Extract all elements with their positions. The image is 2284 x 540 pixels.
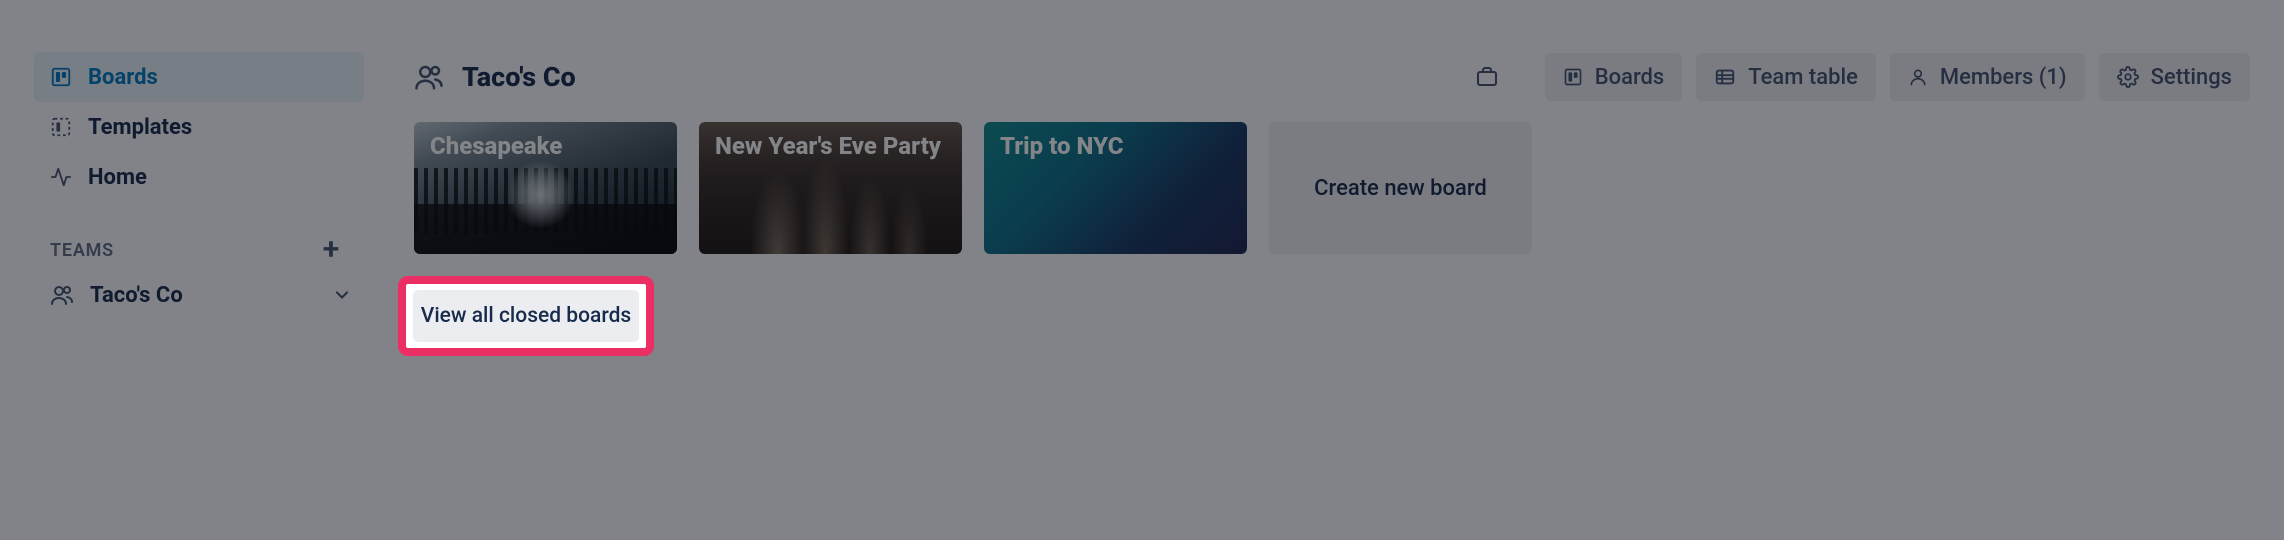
team-tab-row: Boards Team table xyxy=(1475,53,2250,101)
sidebar-item-home[interactable]: Home xyxy=(34,152,364,202)
sidebar-item-label: Templates xyxy=(88,115,192,140)
board-tile[interactable]: Trip to NYC xyxy=(984,122,1247,254)
sidebar-item-templates[interactable]: Templates xyxy=(34,102,364,152)
tab-members[interactable]: Members (1) xyxy=(1890,53,2085,101)
add-team-button[interactable]: + xyxy=(315,231,348,269)
board-tile[interactable]: New Year's Eve Party xyxy=(699,122,962,254)
activity-icon xyxy=(50,166,72,188)
team-title-label: Taco's Co xyxy=(462,61,576,93)
team-item-label: Taco's Co xyxy=(90,283,183,308)
teams-heading-label: TEAMS xyxy=(50,240,114,261)
view-closed-boards-label: View all closed boards xyxy=(421,304,631,328)
board-tile[interactable]: Chesapeake xyxy=(414,122,677,254)
sidebar-team-item[interactable]: Taco's Co xyxy=(34,270,364,320)
create-new-board-label: Create new board xyxy=(1314,176,1487,201)
board-tile-title: Chesapeake xyxy=(430,132,562,160)
person-icon xyxy=(1908,67,1928,87)
tab-boards[interactable]: Boards xyxy=(1545,53,1683,101)
trello-board-icon xyxy=(50,66,72,88)
chevron-down-icon xyxy=(332,285,352,305)
tab-team-table[interactable]: Team table xyxy=(1696,53,1876,101)
briefcase-icon[interactable] xyxy=(1475,65,1499,89)
tab-settings[interactable]: Settings xyxy=(2099,53,2250,101)
sidebar-item-boards[interactable]: Boards xyxy=(34,52,364,102)
sidebar-item-label: Boards xyxy=(88,65,158,90)
people-icon xyxy=(414,62,444,92)
create-new-board-tile[interactable]: Create new board xyxy=(1269,122,1532,254)
teams-section-header: TEAMS + xyxy=(34,230,364,270)
trello-board-icon xyxy=(1563,67,1583,87)
sidebar: Boards Templates Home TEAMS + xyxy=(34,52,364,320)
team-title: Taco's Co xyxy=(414,61,576,93)
tab-label: Boards xyxy=(1595,65,1665,90)
tab-label: Settings xyxy=(2151,65,2232,90)
view-closed-boards-button[interactable]: View all closed boards xyxy=(413,290,639,342)
sidebar-item-label: Home xyxy=(88,165,147,190)
people-icon xyxy=(50,283,74,307)
team-header: Taco's Co xyxy=(414,52,2250,102)
table-icon xyxy=(1714,66,1736,88)
tab-label: Members (1) xyxy=(1940,65,2067,90)
board-tile-title: Trip to NYC xyxy=(1000,132,1123,160)
closed-boards-highlight: View all closed boards xyxy=(398,276,654,356)
gear-icon xyxy=(2117,66,2139,88)
template-icon xyxy=(50,116,72,138)
board-tile-title: New Year's Eve Party xyxy=(715,132,941,160)
boards-row: Chesapeake New Year's Eve Party Trip to … xyxy=(414,122,2250,254)
main-content: Taco's Co xyxy=(414,52,2250,320)
tab-label: Team table xyxy=(1748,65,1858,90)
